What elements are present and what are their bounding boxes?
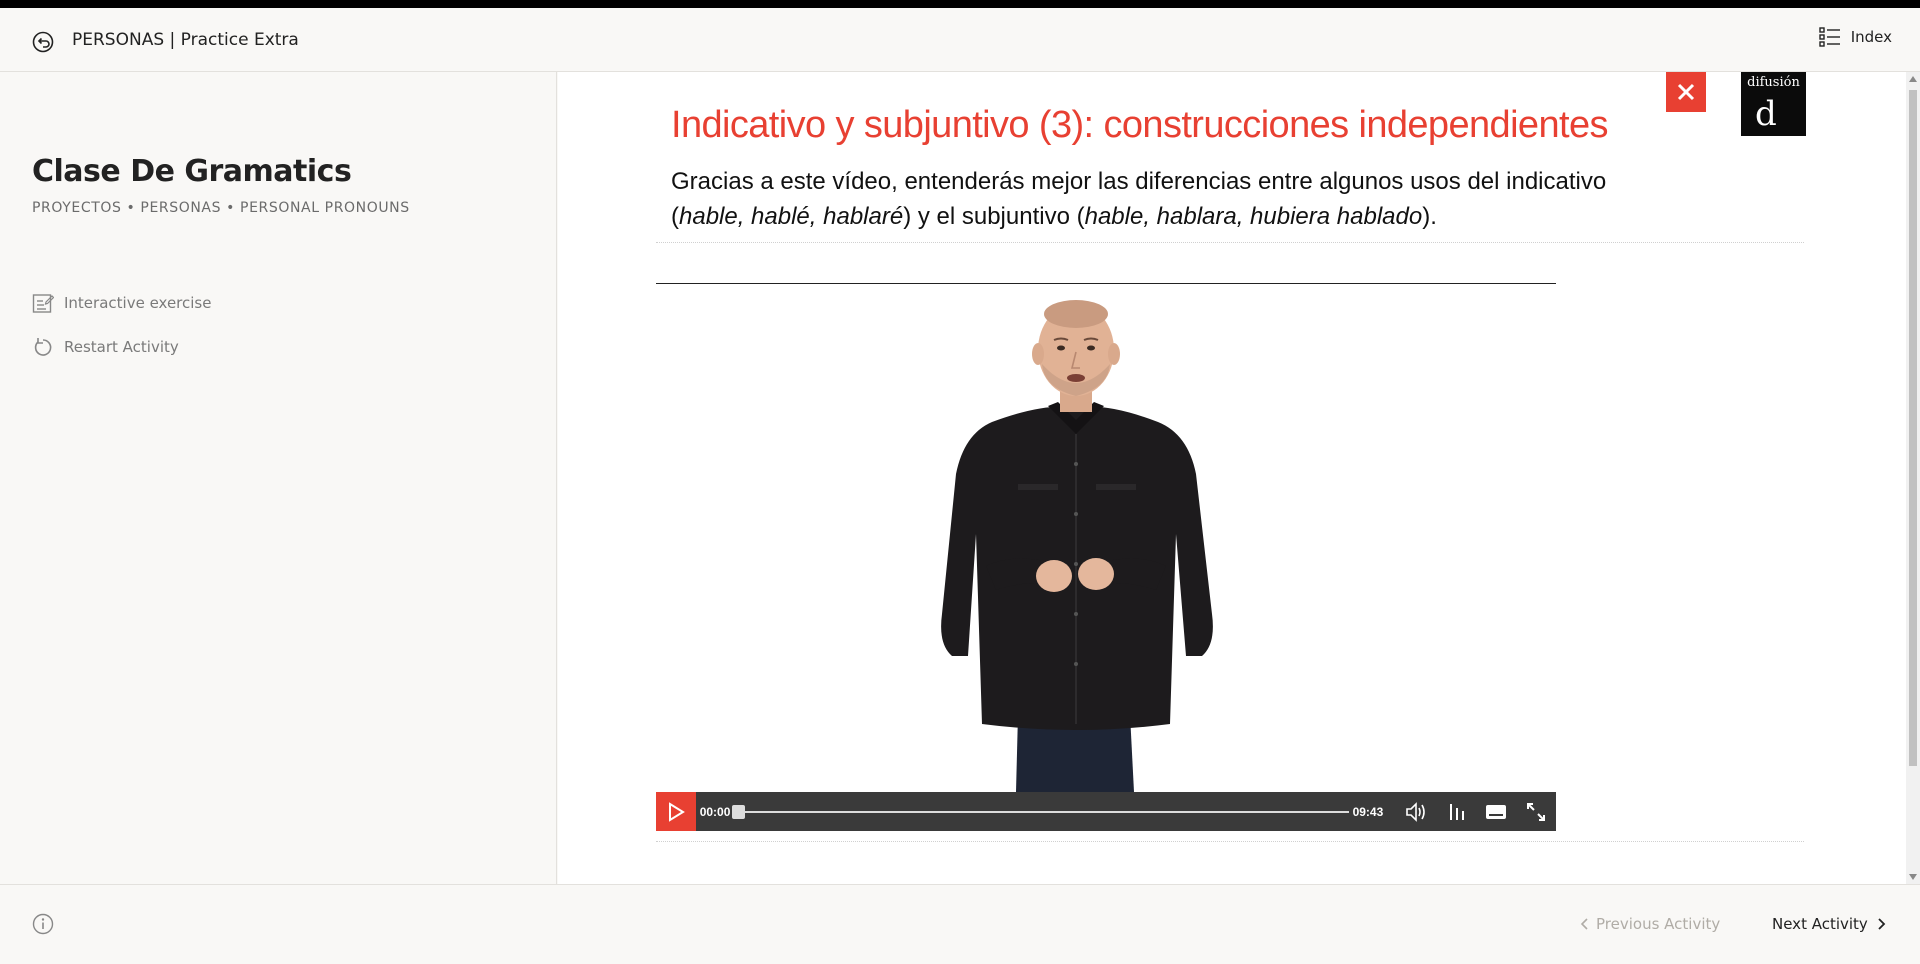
description-italic: hable, hablara, hubiera hablado: [1084, 203, 1423, 230]
fullscreen-button[interactable]: [1516, 792, 1556, 831]
page-title: PERSONAS | Practice Extra: [72, 30, 299, 50]
divider: [656, 242, 1804, 243]
previous-activity-button[interactable]: Previous Activity: [1580, 915, 1720, 933]
scroll-down-icon[interactable]: [1909, 874, 1917, 880]
close-button[interactable]: [1666, 72, 1706, 112]
close-icon: [1677, 83, 1695, 101]
chevron-left-icon: [1580, 918, 1588, 930]
video-player[interactable]: 00:00 09:43: [656, 283, 1556, 831]
sidebar-item-interactive-exercise[interactable]: Interactive exercise: [32, 292, 211, 314]
bars-icon: [1449, 804, 1464, 820]
progress-bar[interactable]: [732, 805, 1349, 819]
total-time: 09:43: [1352, 805, 1384, 819]
chevron-right-icon: [1878, 918, 1886, 930]
subtitles-button[interactable]: [1477, 792, 1517, 831]
publisher-logo: difusión d: [1741, 72, 1806, 136]
footer: Previous Activity Next Activity: [0, 884, 1920, 964]
window-top-bar: [0, 0, 1920, 8]
divider: [656, 841, 1804, 842]
back-icon: [32, 31, 54, 53]
header: PERSONAS | Practice Extra Index: [0, 8, 1920, 72]
scroll-thumb[interactable]: [1909, 90, 1917, 766]
volume-button[interactable]: [1397, 792, 1437, 831]
logo-mark: d: [1755, 94, 1777, 134]
scroll-up-icon[interactable]: [1909, 76, 1917, 82]
sidebar-item-label: Interactive exercise: [64, 294, 212, 312]
activity-description: Gracias a este vídeo, entenderás mejor l…: [671, 164, 1671, 234]
description-text: ).: [1422, 203, 1437, 230]
list-icon: [1819, 27, 1840, 47]
fullscreen-icon: [1527, 803, 1546, 821]
subtitles-icon: [1486, 805, 1507, 819]
next-activity-button[interactable]: Next Activity: [1772, 915, 1886, 933]
current-time: 00:00: [699, 805, 731, 819]
index-button[interactable]: Index: [1819, 26, 1892, 48]
play-icon: [668, 802, 685, 822]
info-button[interactable]: [32, 913, 54, 935]
restart-icon: [34, 338, 52, 356]
logo-text: difusión: [1747, 75, 1800, 90]
progress-handle[interactable]: [732, 805, 746, 819]
back-button[interactable]: [30, 29, 56, 55]
sidebar: Clase De Gramatics PROYECTOS • PERSONAS …: [0, 72, 557, 884]
play-button[interactable]: [656, 792, 696, 831]
scrollbar[interactable]: [1906, 72, 1920, 884]
video-controls: 00:00 09:43: [656, 792, 1556, 831]
description-text: ) y el subjuntivo (: [903, 203, 1085, 230]
video-frame[interactable]: [656, 284, 1556, 792]
next-activity-label: Next Activity: [1772, 915, 1868, 933]
exercise-icon: [32, 294, 54, 313]
activity-panel: Indicativo y subjuntivo (3): construccio…: [558, 72, 1906, 884]
index-label: Index: [1850, 28, 1892, 46]
course-title: Clase De Gramatics: [32, 154, 352, 189]
sidebar-item-restart-activity[interactable]: Restart Activity: [32, 336, 179, 358]
volume-icon: [1406, 802, 1425, 822]
activity-title: Indicativo y subjuntivo (3): construccio…: [671, 104, 1608, 146]
breadcrumb: PROYECTOS • PERSONAS • PERSONAL PRONOUNS: [32, 200, 410, 216]
description-italic: hable, hablé, hablaré: [679, 203, 904, 230]
quality-button[interactable]: [1437, 792, 1477, 831]
previous-activity-label: Previous Activity: [1596, 915, 1721, 933]
sidebar-item-label: Restart Activity: [64, 338, 179, 356]
info-icon: [32, 913, 54, 935]
